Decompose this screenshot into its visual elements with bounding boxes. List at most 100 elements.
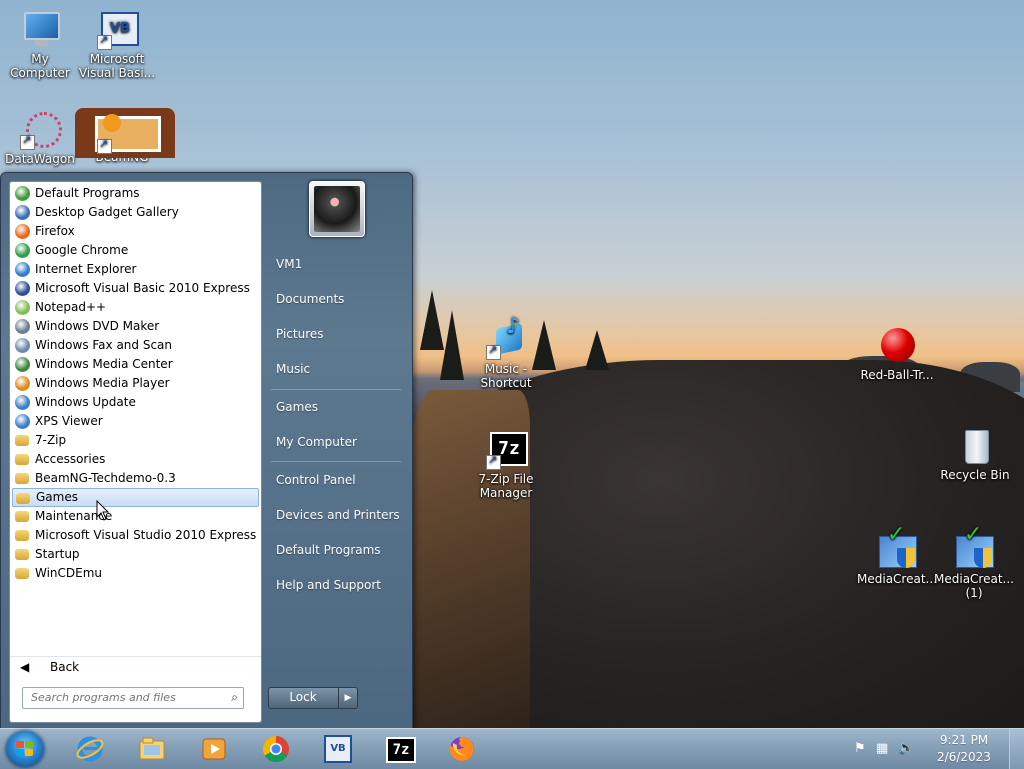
- uac-shield-icon: ✓: [954, 524, 994, 570]
- visual-basic-icon: [15, 281, 30, 296]
- desktop-icon-ms-visual-basic[interactable]: VB Microsoft Visual Basi...: [77, 10, 157, 80]
- internet-explorer-icon: [15, 262, 30, 277]
- gadget-gallery-icon: [15, 205, 30, 220]
- desktop-icon-music-shortcut[interactable]: ♪ Music - Shortcut: [466, 316, 546, 391]
- start-button[interactable]: [6, 731, 44, 767]
- program-item[interactable]: Windows Media Player: [12, 374, 259, 393]
- program-item[interactable]: XPS Viewer: [12, 412, 259, 431]
- program-item[interactable]: Windows Media Center: [12, 355, 259, 374]
- program-item[interactable]: Microsoft Visual Basic 2010 Express: [12, 279, 259, 298]
- start-menu-link-vm1[interactable]: VM1: [266, 251, 414, 277]
- program-item[interactable]: WinCDEmu: [12, 564, 259, 583]
- program-label: Games: [36, 490, 78, 504]
- folder-icon: [15, 549, 29, 560]
- taskbar: VB 7z ⚑ ▦ 🔈 9:21 PM 2/6/2023: [0, 728, 1024, 769]
- program-label: Accessories: [35, 452, 106, 466]
- program-item[interactable]: 7-Zip: [12, 431, 259, 450]
- shutdown-options-arrow-icon[interactable]: ▶: [338, 688, 357, 708]
- all-programs-list: Default Programs Desktop Gadget Gallery Fi…: [12, 184, 259, 583]
- program-label: WinCDEmu: [35, 566, 103, 580]
- start-menu-link-help-and-support[interactable]: Help and Support: [266, 572, 414, 598]
- desktop-icon-my-computer[interactable]: My Computer: [0, 10, 80, 80]
- taskbar-visual-basic[interactable]: VB: [312, 731, 362, 767]
- clock-date[interactable]: 2/6/2023: [934, 750, 994, 764]
- desktop-icon-mediacreat[interactable]: ✓ MediaCreat...: [857, 524, 937, 587]
- program-label: Microsoft Visual Basic 2010 Express: [35, 281, 250, 295]
- taskbar-chrome[interactable]: [250, 731, 300, 767]
- desktop-icon-beamng[interactable]: BeamNG: [62, 88, 182, 172]
- lock-label: Lock: [289, 690, 317, 704]
- program-item[interactable]: Games: [12, 488, 259, 507]
- separator: [271, 389, 401, 390]
- taskbar-file-explorer[interactable]: [126, 731, 176, 767]
- start-menu-link-games[interactable]: Games: [266, 394, 414, 420]
- back-button[interactable]: ◀ Back: [10, 656, 261, 679]
- shortcut-arrow-icon: [97, 137, 112, 154]
- show-desktop-button[interactable]: [1009, 729, 1024, 769]
- program-item[interactable]: Google Chrome: [12, 241, 259, 260]
- start-menu-link-documents[interactable]: Documents: [266, 286, 414, 312]
- taskbar-internet-explorer[interactable]: [64, 731, 114, 767]
- desktop-icon-mediacreat-1[interactable]: ✓ MediaCreat... (1): [934, 524, 1014, 601]
- search-box[interactable]: ⌕: [22, 687, 244, 709]
- folder-icon: [15, 454, 29, 465]
- user-avatar[interactable]: [309, 181, 365, 237]
- shortcut-arrow-icon: [97, 33, 112, 50]
- program-item[interactable]: Internet Explorer: [12, 260, 259, 279]
- program-label: Windows Media Center: [35, 357, 173, 371]
- shortcut-arrow-icon: [20, 133, 35, 150]
- program-item[interactable]: Startup: [12, 545, 259, 564]
- media-player-icon: [15, 376, 30, 391]
- network-icon[interactable]: ▦: [876, 741, 888, 756]
- shortcut-arrow-icon: [486, 453, 501, 470]
- program-label: 7-Zip: [35, 433, 67, 447]
- program-label: Google Chrome: [35, 243, 129, 257]
- desktop-icon-red-ball[interactable]: Red-Ball-Tr...: [855, 326, 939, 382]
- desktop-icon-label: MediaCreat...: [857, 572, 937, 586]
- program-label: BeamNG-Techdemo-0.3: [35, 471, 176, 485]
- folder-icon: [15, 530, 29, 541]
- dvd-maker-icon: [15, 319, 30, 334]
- program-item[interactable]: BeamNG-Techdemo-0.3: [12, 469, 259, 488]
- start-menu-link-default-programs[interactable]: Default Programs: [266, 537, 414, 563]
- search-icon[interactable]: ⌕: [231, 690, 238, 705]
- start-menu-link-music[interactable]: Music: [266, 356, 414, 382]
- program-item[interactable]: Maintenance: [12, 507, 259, 526]
- program-item[interactable]: Desktop Gadget Gallery: [12, 203, 259, 222]
- program-label: Windows Media Player: [35, 376, 170, 390]
- taskbar-firefox[interactable]: [436, 731, 486, 767]
- start-menu-link-pictures[interactable]: Pictures: [266, 321, 414, 347]
- volume-icon[interactable]: 🔈: [898, 741, 914, 756]
- search-input[interactable]: [23, 688, 221, 706]
- program-item[interactable]: Default Programs: [12, 184, 259, 203]
- start-menu-link-control-panel[interactable]: Control Panel: [266, 467, 414, 493]
- program-item[interactable]: Windows Fax and Scan: [12, 336, 259, 355]
- program-label: Startup: [35, 547, 80, 561]
- program-item[interactable]: Windows DVD Maker: [12, 317, 259, 336]
- desktop-icon-recycle-bin[interactable]: Recycle Bin: [935, 426, 1015, 482]
- program-item[interactable]: Windows Update: [12, 393, 259, 412]
- program-item[interactable]: Microsoft Visual Studio 2010 Express: [12, 526, 259, 545]
- start-menu: Default Programs Desktop Gadget Gallery Fi…: [0, 172, 413, 730]
- program-item[interactable]: Notepad++: [12, 298, 259, 317]
- start-menu-link-devices-and-printers[interactable]: Devices and Printers: [266, 502, 414, 528]
- shortcut-arrow-icon: [486, 343, 501, 360]
- file-explorer-icon: [139, 737, 165, 760]
- clock-time[interactable]: 9:21 PM: [934, 733, 994, 747]
- desktop-icon-7zip-file-manager[interactable]: 7z 7-Zip File Manager: [466, 430, 546, 500]
- red-ball-icon: [877, 326, 917, 366]
- program-label: Windows Fax and Scan: [35, 338, 173, 352]
- taskbar-7zip[interactable]: 7z: [374, 731, 424, 767]
- 7zip-icon: 7z: [386, 737, 416, 763]
- taskbar-media-player[interactable]: [188, 731, 238, 767]
- folder-icon: [15, 568, 29, 579]
- turntable-picture: [314, 186, 360, 232]
- program-item[interactable]: Accessories: [12, 450, 259, 469]
- 7zip-icon: 7z: [486, 430, 528, 470]
- start-menu-link-my-computer[interactable]: My Computer: [266, 429, 414, 455]
- program-item[interactable]: Firefox: [12, 222, 259, 241]
- lock-button[interactable]: Lock ▶: [268, 687, 358, 709]
- desktop-icon-label: Recycle Bin: [940, 468, 1010, 482]
- program-label: Internet Explorer: [35, 262, 137, 276]
- action-center-flag-icon[interactable]: ⚑: [854, 741, 866, 756]
